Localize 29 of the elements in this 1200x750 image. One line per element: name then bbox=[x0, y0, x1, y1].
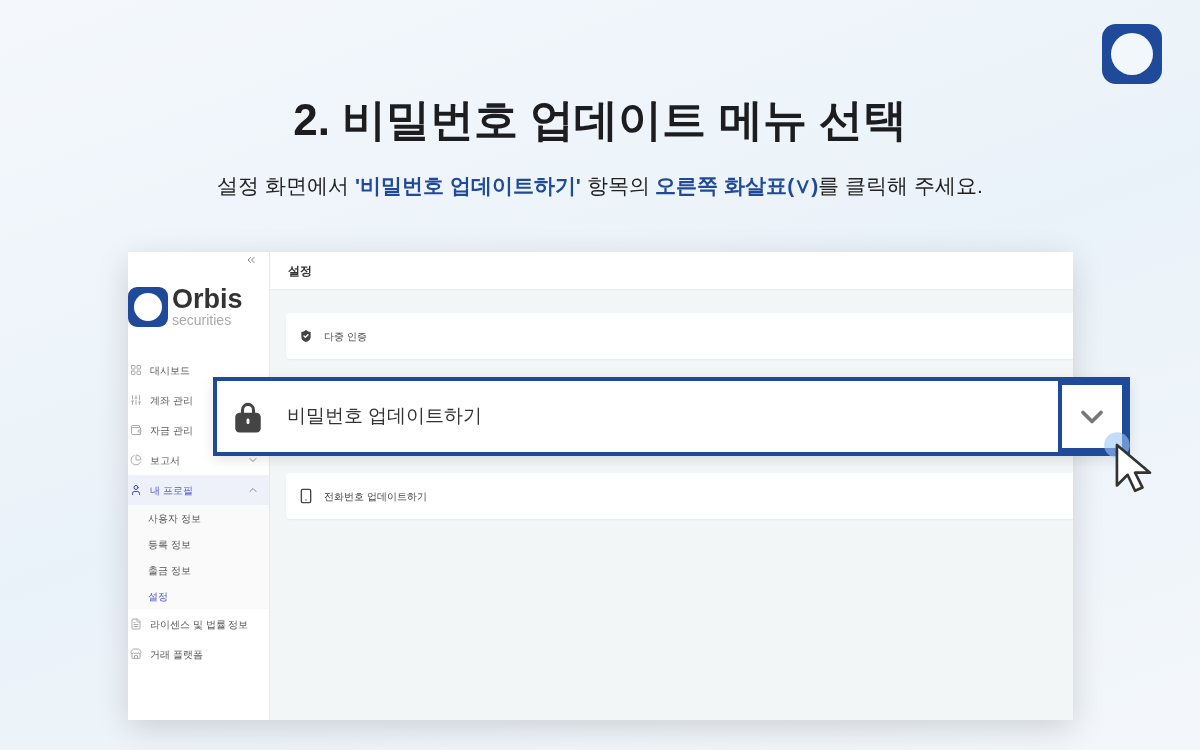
shield-icon bbox=[298, 328, 314, 344]
brand-name: Orbis bbox=[172, 286, 243, 313]
settings-row[interactable]: 전화번호 업데이트하기 bbox=[286, 473, 1073, 519]
brand-tagline: securities bbox=[172, 313, 233, 327]
submenu-item[interactable]: 설정 bbox=[128, 583, 269, 609]
wallet-icon bbox=[130, 424, 142, 436]
sidebar-item[interactable]: 내 프로필 bbox=[128, 475, 269, 505]
instruction-text: 설정 화면에서 '비밀번호 업데이트하기' 항목의 오른쪽 화살표(∨)를 클릭해 주세요. bbox=[217, 173, 983, 199]
sliders-icon bbox=[130, 394, 142, 406]
sidebar-item[interactable]: 대시보드 bbox=[128, 355, 198, 385]
sidebar-item[interactable]: 거래 플랫폼 bbox=[128, 639, 211, 669]
store-icon bbox=[130, 648, 142, 660]
highlighted-settings-row[interactable]: 비밀번호 업데이트하기 bbox=[213, 377, 1130, 456]
settings-row[interactable]: 다중 인증 bbox=[286, 313, 1073, 359]
sidebar-item[interactable]: 라이센스 및 법률 정보 bbox=[128, 609, 257, 639]
grid-icon bbox=[130, 364, 142, 376]
page-title: 2. 비밀번호 업데이트 메뉴 선택 bbox=[293, 94, 907, 146]
submenu-item[interactable]: 등록 정보 bbox=[128, 531, 269, 557]
phone-icon bbox=[298, 488, 314, 504]
user-icon bbox=[130, 484, 142, 496]
header-title: 설정 bbox=[288, 262, 312, 280]
submenu-item[interactable]: 출금 정보 bbox=[128, 557, 269, 583]
submenu-item[interactable]: 사용자 정보 bbox=[128, 505, 269, 531]
sidebar-item[interactable]: 계좌 관리 bbox=[128, 385, 201, 415]
collapse-icon[interactable] bbox=[245, 254, 257, 266]
pie-chart-icon bbox=[130, 454, 142, 466]
logo-icon bbox=[1102, 24, 1162, 84]
sidebar-item[interactable]: 자금 관리 bbox=[128, 415, 201, 445]
document-icon bbox=[130, 618, 142, 630]
